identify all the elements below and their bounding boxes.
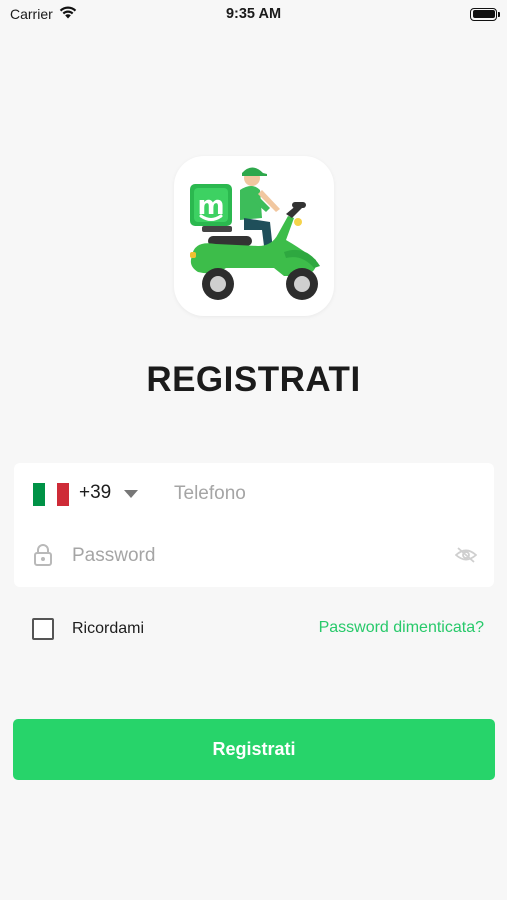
status-time: 9:35 AM — [225, 6, 282, 22]
remember-checkbox[interactable] — [32, 618, 54, 640]
app-logo: m — [174, 156, 334, 316]
register-button[interactable]: Registrati — [13, 719, 495, 780]
lock-icon — [33, 543, 53, 572]
status-bar: Carrier 9:35 AM — [0, 0, 507, 28]
carrier-label: Carrier — [10, 6, 53, 22]
wifi-icon — [59, 6, 77, 22]
eye-off-icon[interactable] — [454, 546, 478, 569]
page-title: REGISTRATI — [146, 360, 361, 399]
password-row — [14, 525, 494, 587]
chevron-down-icon[interactable] — [124, 490, 138, 498]
phone-input[interactable] — [174, 479, 474, 509]
battery-icon — [470, 7, 500, 21]
phone-row: +39 — [14, 463, 494, 525]
password-input[interactable] — [72, 541, 432, 571]
remember-label[interactable]: Ricordami — [72, 620, 144, 638]
italy-flag-icon[interactable] — [33, 483, 69, 506]
delivery-scooter-logo: m — [190, 167, 320, 300]
status-left: Carrier — [10, 6, 160, 22]
country-code[interactable]: +39 — [79, 482, 111, 504]
status-right — [347, 7, 500, 21]
registration-form: +39 — [14, 463, 494, 587]
forgot-password-link[interactable]: Password dimenticata? — [319, 619, 484, 637]
